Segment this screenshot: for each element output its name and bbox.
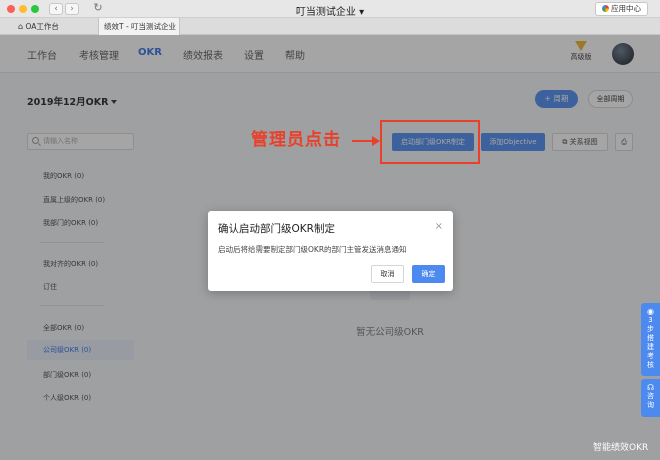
app-center-button[interactable]: 应用中心 [595, 2, 648, 16]
confirm-dialog: 确认启动部门级OKR制定 × 启动后将给需要制定部门级OKR的部门主管发送消息通… [208, 211, 453, 291]
cancel-button[interactable]: 取消 [371, 265, 404, 283]
consult-float-button[interactable]: ☊ 咨询 [641, 379, 660, 417]
close-icon[interactable]: × [435, 221, 443, 232]
window-titlebar: ‹ › ↻ 叮当测试企业 ▾ 应用中心 [0, 0, 660, 18]
home-icon: ⌂ [18, 22, 24, 31]
window-title: 叮当测试企业 ▾ [295, 7, 365, 18]
guide-float-button[interactable]: ◉ 3步搭建考核 [641, 303, 660, 376]
tab-oa[interactable]: ⌂ OA工作台 [18, 18, 98, 35]
app-center-icon [602, 5, 609, 12]
dialog-title: 确认启动部门级OKR制定 [218, 223, 335, 235]
watermark: 智能绩效OKR [593, 443, 649, 453]
confirm-button[interactable]: 确定 [412, 265, 445, 283]
annotation-highlight-box [380, 120, 480, 164]
headset-icon: ☊ [646, 383, 655, 392]
dialog-message: 启动后将给需要制定部门级OKR的部门主管发送消息通知 [218, 245, 407, 254]
annotation-label: 管理员点击 [251, 130, 341, 150]
tab-bar: ⌂ OA工作台 绩效T - 叮当测试企业 [0, 18, 660, 35]
tab-performance[interactable]: 绩效T - 叮当测试企业 [98, 18, 180, 35]
annotation-arrow-icon [352, 136, 380, 146]
guide-icon: ◉ [647, 307, 654, 316]
